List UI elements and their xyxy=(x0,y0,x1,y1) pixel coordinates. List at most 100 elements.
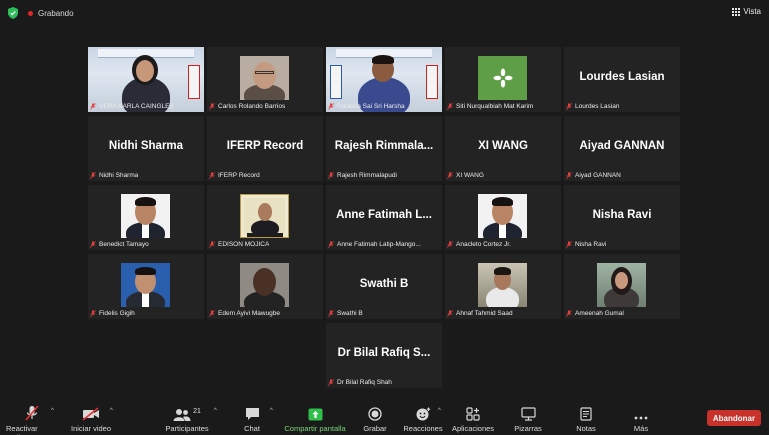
participant-tile[interactable]: Carlos Rolando Barrios xyxy=(207,47,323,112)
participant-display-name: Nisha Ravi xyxy=(592,209,652,221)
mic-muted-icon xyxy=(328,379,334,386)
participant-label-text: Nidhi Sharma xyxy=(99,172,139,179)
mic-muted-icon xyxy=(328,103,334,110)
participant-name-label: Nisha Ravi xyxy=(566,241,606,248)
participant-video xyxy=(240,263,289,307)
notes-button[interactable]: Notas xyxy=(573,404,599,433)
mic-muted-icon xyxy=(447,310,453,317)
participant-tile[interactable]: Rankela Sai Sri Harsha xyxy=(326,47,442,112)
participant-video xyxy=(478,194,527,238)
whiteboards-label: Pizarras xyxy=(514,424,542,433)
participant-tile[interactable]: XI WANG XI WANG xyxy=(445,116,561,181)
participant-tile[interactable]: Rajesh Rimmala... Rajesh Rimmalapudi xyxy=(326,116,442,181)
participant-name-label: Ameenah Gumal xyxy=(566,310,624,317)
participant-display-name: Aiyad GANNAN xyxy=(579,140,665,152)
mic-muted-icon xyxy=(90,172,96,179)
participant-tile[interactable]: EDISON MOJICA xyxy=(207,185,323,250)
mic-muted-icon xyxy=(566,310,572,317)
participant-tile[interactable]: IFERP Record IFERP Record xyxy=(207,116,323,181)
reactions-icon xyxy=(416,407,430,421)
participant-tile[interactable]: Nisha Ravi Nisha Ravi xyxy=(564,185,680,250)
participant-label-text: Rajesh Rimmalapudi xyxy=(337,172,397,179)
participant-tile[interactable]: Anne Fatimah L... Anne Fatimah Latip-Mang… xyxy=(326,185,442,250)
participant-label-text: Aiyad GANNAN xyxy=(575,172,621,179)
mic-muted-icon xyxy=(447,103,453,110)
reactions-options-caret[interactable]: ^ xyxy=(438,408,441,414)
participant-label-text: Siti Nurqualbiah Mat Karim xyxy=(456,103,534,110)
record-icon xyxy=(368,407,382,421)
participant-display-name: Anne Fatimah L... xyxy=(336,209,432,221)
notes-label: Notas xyxy=(576,424,596,433)
more-icon xyxy=(634,416,648,420)
video-label: Iniciar video xyxy=(70,424,112,433)
participant-label-text: Benedict Tamayo xyxy=(99,241,149,248)
apps-button[interactable]: Aplicaciones xyxy=(451,404,495,433)
participant-label-text: Dr Bilal Rafiq Shah xyxy=(337,379,392,386)
audio-options-caret[interactable]: ^ xyxy=(51,408,54,414)
flower-logo-icon xyxy=(493,68,512,88)
mic-muted-icon xyxy=(209,310,215,317)
participant-name-label: Fidelis Gigih xyxy=(90,310,135,317)
record-button[interactable]: Grabar xyxy=(361,404,389,433)
participant-video xyxy=(240,194,289,238)
participant-tile[interactable]: Lourdes Lasian Lourdes Lasian xyxy=(564,47,680,112)
participant-display-name: Rajesh Rimmala... xyxy=(334,140,434,152)
apps-label: Aplicaciones xyxy=(451,424,495,433)
audio-label: Reactivar audio xyxy=(6,424,38,435)
participant-label-text: Anne Fatimah Latip-Mango... xyxy=(337,241,421,248)
chat-options-caret[interactable]: ^ xyxy=(270,408,273,414)
more-button[interactable]: Más xyxy=(629,404,653,433)
participant-label-text: Swathi B xyxy=(337,310,363,317)
participant-label-text: Ameenah Gumal xyxy=(575,310,624,317)
participant-label-text: Nisha Ravi xyxy=(575,241,607,248)
participant-video xyxy=(478,263,527,307)
participant-name-label: Nidhi Sharma xyxy=(90,172,138,179)
participant-tile[interactable]: Aiyad GANNAN Aiyad GANNAN xyxy=(564,116,680,181)
participant-tile[interactable]: VERA KARLA CAINGLES xyxy=(88,47,204,112)
participant-tile[interactable]: Fidelis Gigih xyxy=(88,254,204,319)
participant-tile[interactable]: Nidhi Sharma Nidhi Sharma xyxy=(88,116,204,181)
whiteboards-button[interactable]: Pizarras xyxy=(512,404,544,433)
participant-name-label: Siti Nurqualbiah Mat Karim xyxy=(447,103,533,110)
participant-display-name: Lourdes Lasian xyxy=(579,71,665,83)
participant-name-label: Ahnaf Tahmid Saad xyxy=(447,310,513,317)
participant-label-text: Anacleto Cortez Jr. xyxy=(456,241,511,248)
participants-button[interactable]: 21 Participantes xyxy=(160,404,214,433)
participant-label-text: VERA KARLA CAINGLES xyxy=(99,103,174,110)
start-video-button[interactable]: Iniciar video xyxy=(68,404,114,433)
participant-tile[interactable]: Ahnaf Tahmid Saad xyxy=(445,254,561,319)
participant-name-label: Edem Ayivi Mawugbe xyxy=(209,310,280,317)
participant-video xyxy=(597,263,646,307)
participant-video xyxy=(121,263,170,307)
chat-icon xyxy=(245,408,259,420)
participant-tile[interactable]: Dr Bilal Rafiq S... Dr Bilal Rafiq Shah xyxy=(326,323,442,388)
participant-tile[interactable]: Ameenah Gumal xyxy=(564,254,680,319)
mic-muted-icon xyxy=(209,103,215,110)
participant-name-label: Lourdes Lasian xyxy=(566,103,619,110)
participant-name-label: Dr Bilal Rafiq Shah xyxy=(328,379,392,386)
participants-label: Participantes xyxy=(165,424,209,433)
mic-muted-icon xyxy=(209,241,215,248)
reactions-button[interactable]: Reacciones xyxy=(403,404,443,433)
leave-button[interactable]: Abandonar xyxy=(707,410,761,426)
participants-count: 21 xyxy=(193,408,201,415)
participant-tile[interactable]: Benedict Tamayo xyxy=(88,185,204,250)
participant-tile[interactable]: Edem Ayivi Mawugbe xyxy=(207,254,323,319)
participant-name-label: Anacleto Cortez Jr. xyxy=(447,241,511,248)
participant-video xyxy=(240,56,289,100)
chat-button[interactable]: Chat xyxy=(238,404,266,433)
participant-video xyxy=(121,194,170,238)
participants-options-caret[interactable]: ^ xyxy=(214,408,217,414)
participant-name-label: Anne Fatimah Latip-Mango... xyxy=(328,241,421,248)
participant-label-text: Ahnaf Tahmid Saad xyxy=(456,310,513,317)
video-options-caret[interactable]: ^ xyxy=(110,408,113,414)
share-screen-button[interactable]: Compartir pantalla xyxy=(282,404,348,433)
participant-name-label: Swathi B xyxy=(328,310,363,317)
participant-tile[interactable]: Siti Nurqualbiah Mat Karim xyxy=(445,47,561,112)
meeting-toolbar: Reactivar audio ^ Iniciar video ^ 21 Par… xyxy=(0,400,769,435)
participant-name-label: XI WANG xyxy=(447,172,484,179)
participant-tile[interactable]: Swathi B Swathi B xyxy=(326,254,442,319)
participant-tile[interactable]: Anacleto Cortez Jr. xyxy=(445,185,561,250)
participants-icon xyxy=(173,409,191,421)
apps-icon xyxy=(466,407,480,421)
